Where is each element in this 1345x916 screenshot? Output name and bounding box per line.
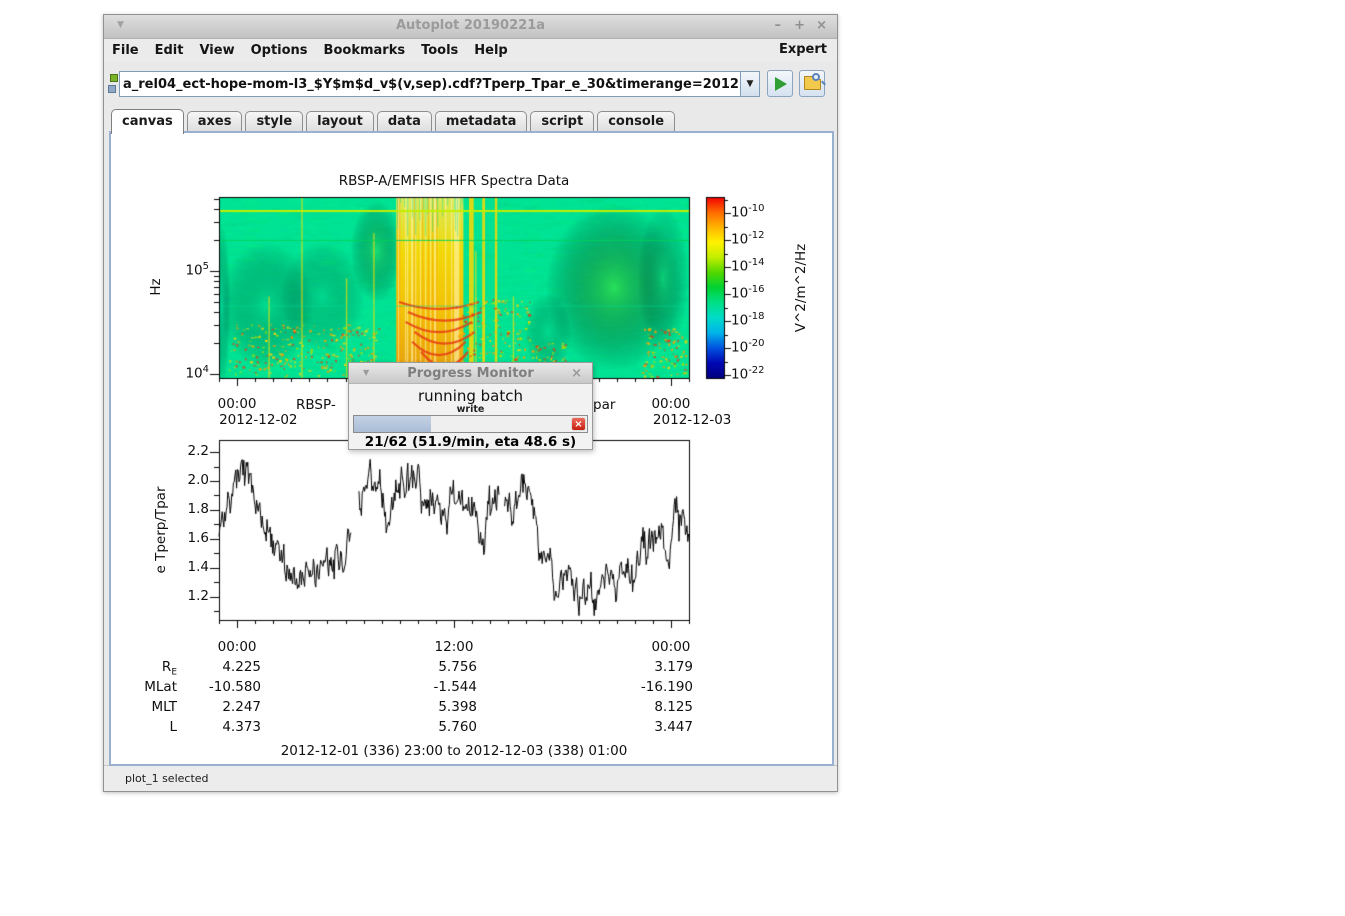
combo-dropdown-icon[interactable]: ▼ (740, 72, 759, 96)
table-value: 2.247 (141, 699, 261, 715)
progress-task-label: running batch (349, 387, 592, 405)
date-label: 2012-12-03 (653, 412, 748, 428)
tab-console[interactable]: console (597, 111, 675, 132)
menu-file[interactable]: File (104, 40, 147, 61)
blue-led-icon (108, 85, 116, 93)
table-value: -16.190 (573, 679, 693, 695)
datasource-type-icons (107, 74, 119, 94)
dialog-titlebar[interactable]: ▼ Progress Monitor × (349, 363, 592, 384)
tab-metadata[interactable]: metadata (435, 111, 527, 132)
status-bar: plot_1 selected (104, 765, 837, 791)
window-titlebar[interactable]: ▼ Autoplot 20190221a – + × (104, 15, 837, 39)
table-value: 4.373 (141, 719, 261, 735)
tick-label: 10-16 (731, 284, 791, 302)
tick-label: 1.6 (159, 530, 209, 546)
menu-bookmarks[interactable]: Bookmarks (316, 40, 414, 61)
progress-bar-fill (354, 416, 431, 432)
tick-label: 10-10 (731, 203, 791, 221)
table-value: 5.398 (357, 699, 477, 715)
table-value: -1.544 (357, 679, 477, 695)
maximize-button[interactable]: + (794, 18, 805, 33)
tab-canvas[interactable]: canvas (111, 109, 184, 134)
tick-label: 00:00 (207, 639, 267, 655)
table-value: 3.447 (573, 719, 693, 735)
date-label: 2012-12-02 (219, 412, 314, 428)
autoplot-window: ▼ Autoplot 20190221a – + × FileEditViewO… (103, 14, 838, 792)
dialog-close-icon[interactable]: × (571, 366, 582, 381)
spectrogram-y-axis-label: Hz (148, 247, 164, 327)
tick-label: 00:00 (641, 639, 701, 655)
tick-label: 1.2 (159, 588, 209, 604)
colorbar-axis-label: V^2/m^2/Hz (793, 218, 809, 358)
minimize-button[interactable]: – (775, 18, 782, 33)
tick-label: 10-18 (731, 311, 791, 329)
uri-combobox: ▼ (119, 71, 760, 97)
table-value: 5.760 (357, 719, 477, 735)
tab-style[interactable]: style (245, 111, 303, 132)
uri-input[interactable] (121, 73, 740, 95)
folder-icon (804, 79, 821, 90)
tab-axes[interactable]: axes (187, 111, 243, 132)
tick-label: 10-22 (731, 365, 791, 383)
table-value: 5.756 (357, 659, 477, 675)
tick-label: 1.4 (159, 559, 209, 575)
tick-label: 10-14 (731, 257, 791, 275)
tick-label: 00:00 (207, 396, 267, 412)
table-value: 3.179 (573, 659, 693, 675)
uri-toolbar: ▼ (104, 62, 837, 107)
progress-bar: × (353, 415, 588, 433)
plot-go-button[interactable] (767, 70, 793, 97)
tick-label: 10-12 (731, 230, 791, 248)
inspect-uri-button[interactable] (799, 70, 825, 97)
magnifier-icon (812, 73, 820, 81)
tick-label: 00:00 (641, 396, 701, 412)
timerange-footer: 2012-12-01 (336) 23:00 to 2012-12-03 (33… (111, 743, 797, 759)
dialog-title: Progress Monitor (349, 366, 592, 381)
menu-options[interactable]: Options (243, 40, 316, 61)
progress-status-label: 21/62 (51.9/min, eta 48.6 s) (349, 434, 592, 450)
tab-data[interactable]: data (377, 111, 432, 132)
menu-tools[interactable]: Tools (413, 40, 466, 61)
timeseries-title-fragment-right: par (593, 397, 615, 413)
cancel-task-button[interactable]: × (571, 417, 586, 431)
tick-label: 1.8 (159, 501, 209, 517)
tab-bar: canvasaxesstylelayoutdatametadatascriptc… (111, 107, 837, 132)
tick-label: 10-20 (731, 338, 791, 356)
window-title: Autoplot 20190221a (104, 18, 837, 33)
tick-label: 105 (159, 261, 209, 279)
play-icon (775, 77, 787, 91)
tick-label: 104 (159, 364, 209, 382)
tick-label: 12:00 (424, 639, 484, 655)
status-text: plot_1 selected (125, 772, 209, 785)
table-value: 4.225 (141, 659, 261, 675)
spectrogram-canvas[interactable] (209, 187, 699, 388)
table-value: 8.125 (573, 699, 693, 715)
menu-help[interactable]: Help (466, 40, 515, 61)
menu-edit[interactable]: Edit (147, 40, 192, 61)
menu-bar: FileEditViewOptionsBookmarksToolsHelp Ex… (104, 39, 837, 62)
tick-label: 2.2 (159, 443, 209, 459)
tick-label: 2.0 (159, 472, 209, 488)
timeseries-canvas[interactable] (209, 430, 699, 630)
timeseries-title-fragment-left: RBSP- (296, 397, 336, 413)
progress-monitor-dialog: ▼ Progress Monitor × running batch write… (348, 362, 593, 450)
green-led-icon (110, 74, 118, 82)
menu-view[interactable]: View (191, 40, 242, 61)
tab-script[interactable]: script (530, 111, 594, 132)
expert-menu[interactable]: Expert (779, 42, 827, 57)
tab-layout[interactable]: layout (306, 111, 374, 132)
table-value: -10.580 (141, 679, 261, 695)
close-button[interactable]: × (816, 18, 827, 33)
